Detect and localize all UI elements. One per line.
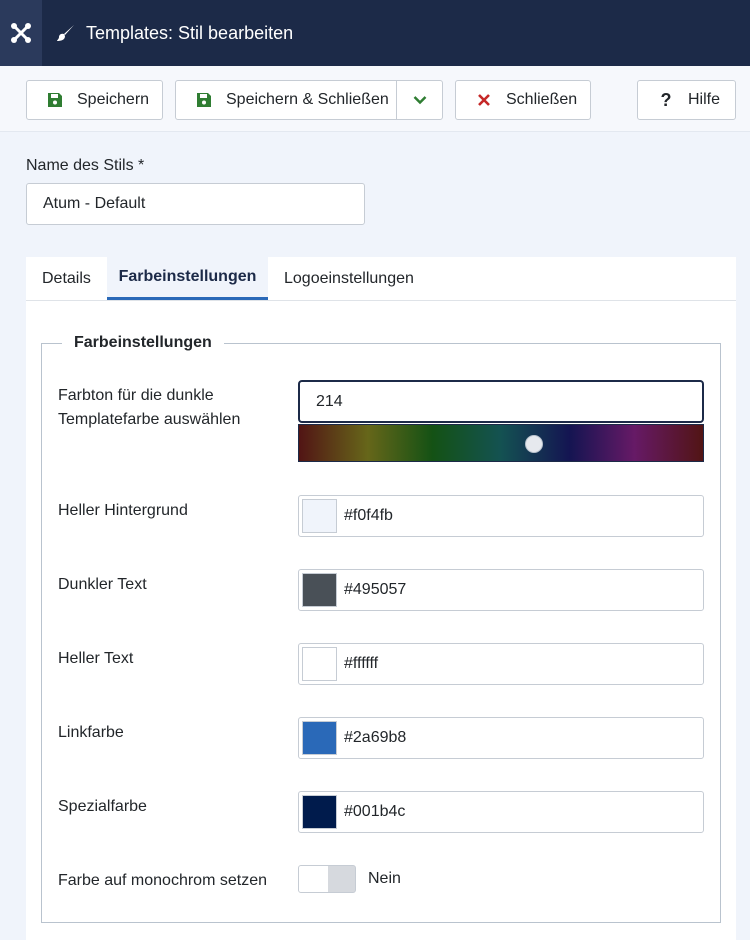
color-field-light-background[interactable]: #f0f4fb [298, 495, 704, 537]
close-icon [474, 90, 494, 110]
color-field-special[interactable]: #001b4c [298, 791, 704, 833]
toggle-knob [299, 866, 328, 892]
hue-input[interactable]: 214 [298, 380, 704, 423]
color-value: #2a69b8 [344, 729, 407, 746]
style-name-label: Name des Stils * [26, 157, 145, 174]
color-value: #ffffff [344, 655, 379, 672]
app-header: Templates: Stil bearbeiten [0, 0, 750, 66]
monochrome-toggle[interactable] [298, 865, 356, 893]
tab-farbeinstellungen[interactable]: Farbeinstellungen [107, 257, 268, 300]
hue-label-line1: Farbton für die dunkle [58, 387, 214, 404]
color-swatch[interactable] [302, 647, 337, 681]
monochrome-label: Farbe auf monochrom setzen [58, 872, 267, 889]
chevron-down-icon[interactable] [397, 81, 443, 119]
hue-label: Farbton für die dunkle Templatefarbe aus… [58, 384, 240, 432]
help-button[interactable]: ? Hilfe [637, 80, 736, 120]
tab-logoeinstellungen[interactable]: Logoeinstellungen [284, 257, 414, 300]
color-swatch[interactable] [302, 721, 337, 755]
help-button-label: Hilfe [688, 91, 721, 108]
tab-bar: Details Farbeinstellungen Logoeinstellun… [26, 257, 736, 301]
fieldset-legend: Farbeinstellungen [62, 334, 224, 352]
color-label-light-text: Heller Text [58, 650, 134, 667]
color-label-special: Spezialfarbe [58, 798, 147, 815]
color-settings-fieldset: Farbeinstellungen Farbton für die dunkle… [41, 334, 721, 923]
color-field-link[interactable]: #2a69b8 [298, 717, 704, 759]
color-label-link: Linkfarbe [58, 724, 124, 741]
hue-slider[interactable] [298, 424, 704, 462]
color-label-dark-text: Dunkler Text [58, 576, 147, 593]
page-title-text: Templates: Stil bearbeiten [86, 22, 294, 43]
save-button-label: Speichern [77, 91, 150, 108]
color-field-dark-text[interactable]: #495057 [298, 569, 704, 611]
options-card: Details Farbeinstellungen Logoeinstellun… [26, 257, 736, 940]
hue-slider-handle[interactable] [525, 435, 543, 453]
color-value: #f0f4fb [344, 507, 393, 524]
color-value: #001b4c [344, 803, 406, 820]
color-swatch[interactable] [302, 795, 337, 829]
close-button-label: Schließen [506, 91, 578, 108]
question-mark-icon: ? [660, 89, 672, 110]
save-button[interactable]: Speichern [26, 80, 163, 120]
save-close-button[interactable]: Speichern & Schließen [175, 80, 443, 120]
color-value: #495057 [344, 581, 407, 598]
close-button[interactable]: Schließen [455, 80, 591, 120]
save-icon [45, 90, 65, 110]
style-name-input[interactable]: Atum - Default [26, 183, 365, 225]
save-icon [194, 90, 214, 110]
paint-brush-icon [56, 23, 76, 43]
color-label-light-background: Heller Hintergrund [58, 502, 188, 519]
color-field-light-text[interactable]: #ffffff [298, 643, 704, 685]
toolbar: Speichern Speichern & Schließen Schließe… [0, 66, 750, 132]
save-close-button-label: Speichern & Schließen [226, 91, 389, 108]
color-swatch[interactable] [302, 573, 337, 607]
joomla-logo-icon[interactable] [0, 0, 42, 66]
tab-details[interactable]: Details [42, 257, 91, 300]
page-title: Templates: Stil bearbeiten [56, 0, 293, 66]
color-swatch[interactable] [302, 499, 337, 533]
hue-label-line2: Templatefarbe auswählen [58, 411, 241, 428]
monochrome-state: Nein [368, 870, 401, 887]
